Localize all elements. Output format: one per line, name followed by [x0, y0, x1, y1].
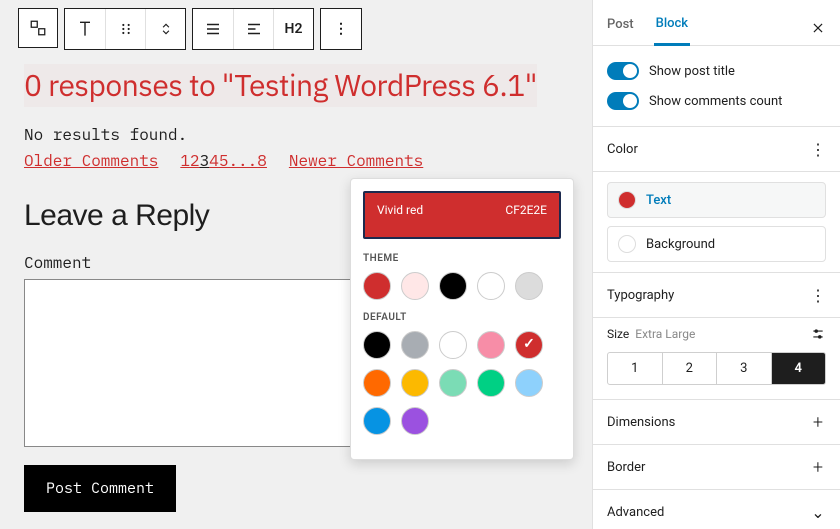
panel-border-header[interactable]: Border + [593, 445, 840, 490]
color-option-text[interactable]: Text [607, 182, 826, 218]
post-comment-button[interactable]: Post Comment [24, 465, 176, 512]
panel-typography-label: Typography [607, 288, 674, 303]
panel-color-label: Color [607, 142, 638, 157]
default-swatch[interactable] [363, 369, 391, 397]
color-options: Text Background [593, 172, 840, 273]
page-4[interactable]: 4 [209, 151, 219, 171]
panel-color-header[interactable]: Color [593, 127, 840, 172]
expand-border-icon[interactable]: + [810, 459, 826, 475]
default-swatch[interactable] [363, 331, 391, 359]
align-none-button[interactable] [193, 9, 233, 49]
visibility-toggles: Show post title Show comments count [593, 46, 840, 127]
move-updown-button[interactable] [145, 9, 185, 49]
theme-swatches [363, 272, 561, 300]
selected-color-hex: CF2E2E [505, 203, 547, 217]
post-title[interactable]: 0 responses to "Testing WordPress 6.1" [24, 64, 537, 107]
selected-color-name: Vivid red [377, 203, 423, 217]
size-steps: 1234 [607, 352, 826, 385]
vertical-dots-icon [334, 21, 348, 37]
toggle-show-count-row: Show comments count [607, 86, 826, 116]
close-icon [811, 21, 825, 35]
page-ellipsis: ... [228, 151, 257, 171]
drag-handle[interactable] [18, 8, 58, 48]
panel-typography-header[interactable]: Typography [593, 273, 840, 318]
more-group [320, 8, 362, 50]
page-numbers: 12345...8 [180, 151, 266, 171]
default-swatch[interactable] [515, 369, 543, 397]
default-swatch[interactable] [439, 331, 467, 359]
theme-swatch[interactable] [401, 272, 429, 300]
sidebar-tabs: Post Block [593, 0, 840, 46]
page-2[interactable]: 2 [190, 151, 200, 171]
newer-comments-link[interactable]: Newer Comments [289, 151, 423, 171]
custom-size-button[interactable] [810, 326, 826, 342]
tab-block[interactable]: Block [654, 10, 690, 46]
typography-body: Size Extra Large 1234 [593, 318, 840, 400]
size-row: Size Extra Large [607, 326, 826, 342]
toggle-show-title[interactable] [607, 62, 639, 80]
theme-swatch[interactable] [515, 272, 543, 300]
panel-dimensions-label: Dimensions [607, 415, 675, 430]
typography-options-icon[interactable] [810, 287, 826, 303]
default-swatch[interactable] [363, 407, 391, 435]
comments-pagination: Older Comments 12345...8 Newer Comments [24, 151, 568, 171]
panel-advanced-label: Advanced [607, 505, 664, 520]
default-swatches [363, 331, 561, 435]
color-options-icon[interactable] [810, 141, 826, 157]
size-label: Size [607, 327, 629, 341]
default-swatch[interactable] [401, 331, 429, 359]
theme-swatch[interactable] [363, 272, 391, 300]
color-option-text-label: Text [646, 193, 671, 208]
align-group: H2 [192, 8, 314, 50]
page-5[interactable]: 5 [219, 151, 229, 171]
default-swatch[interactable] [477, 331, 505, 359]
panel-advanced-header[interactable]: Advanced [593, 490, 840, 529]
page-1[interactable]: 1 [180, 151, 190, 171]
editor-canvas: H2 0 responses to "Testing WordPress 6.1… [0, 0, 592, 529]
default-swatch[interactable] [401, 407, 429, 435]
background-color-swatch [618, 235, 636, 253]
size-step-2[interactable]: 2 [663, 353, 718, 384]
align-left-button[interactable] [233, 9, 273, 49]
color-picker-popover: Vivid red CF2E2E THEME DEFAULT [350, 178, 574, 460]
toggle-show-title-label: Show post title [649, 64, 735, 79]
toggle-show-count[interactable] [607, 92, 639, 110]
no-results-text: No results found. [24, 125, 568, 145]
size-step-4[interactable]: 4 [772, 353, 826, 384]
selected-color-chip[interactable]: Vivid red CF2E2E [363, 191, 561, 239]
text-color-swatch [618, 191, 636, 209]
size-step-1[interactable]: 1 [608, 353, 663, 384]
close-sidebar-button[interactable] [808, 18, 828, 38]
drag-vertical-button[interactable] [105, 9, 145, 49]
heading-level-button[interactable]: H2 [273, 9, 313, 49]
panel-dimensions-header[interactable]: Dimensions + [593, 400, 840, 445]
theme-swatch[interactable] [439, 272, 467, 300]
theme-swatches-label: THEME [363, 253, 561, 264]
size-step-3[interactable]: 3 [717, 353, 772, 384]
more-options-button[interactable] [321, 9, 361, 49]
default-swatch[interactable] [401, 369, 429, 397]
older-comments-link[interactable]: Older Comments [24, 151, 158, 171]
theme-swatch[interactable] [477, 272, 505, 300]
expand-dimensions-icon[interactable]: + [810, 414, 826, 430]
default-swatch[interactable] [477, 369, 505, 397]
toggle-show-title-row: Show post title [607, 56, 826, 86]
size-preset: Extra Large [635, 327, 695, 341]
expand-advanced-icon[interactable] [810, 504, 826, 520]
panel-border-label: Border [607, 460, 645, 475]
block-toolbar: H2 [18, 8, 574, 50]
default-swatch[interactable] [515, 331, 543, 359]
toggle-show-count-label: Show comments count [649, 94, 782, 109]
color-option-background[interactable]: Background [607, 226, 826, 262]
page-3-current: 3 [200, 151, 210, 171]
default-swatches-label: DEFAULT [363, 312, 561, 323]
page-8[interactable]: 8 [257, 151, 267, 171]
tab-post[interactable]: Post [605, 11, 636, 44]
default-swatch[interactable] [439, 369, 467, 397]
transform-button[interactable] [65, 9, 105, 49]
settings-sidebar: Post Block Show post title Show comments… [592, 0, 840, 529]
color-option-background-label: Background [646, 237, 715, 252]
transform-group [64, 8, 186, 50]
